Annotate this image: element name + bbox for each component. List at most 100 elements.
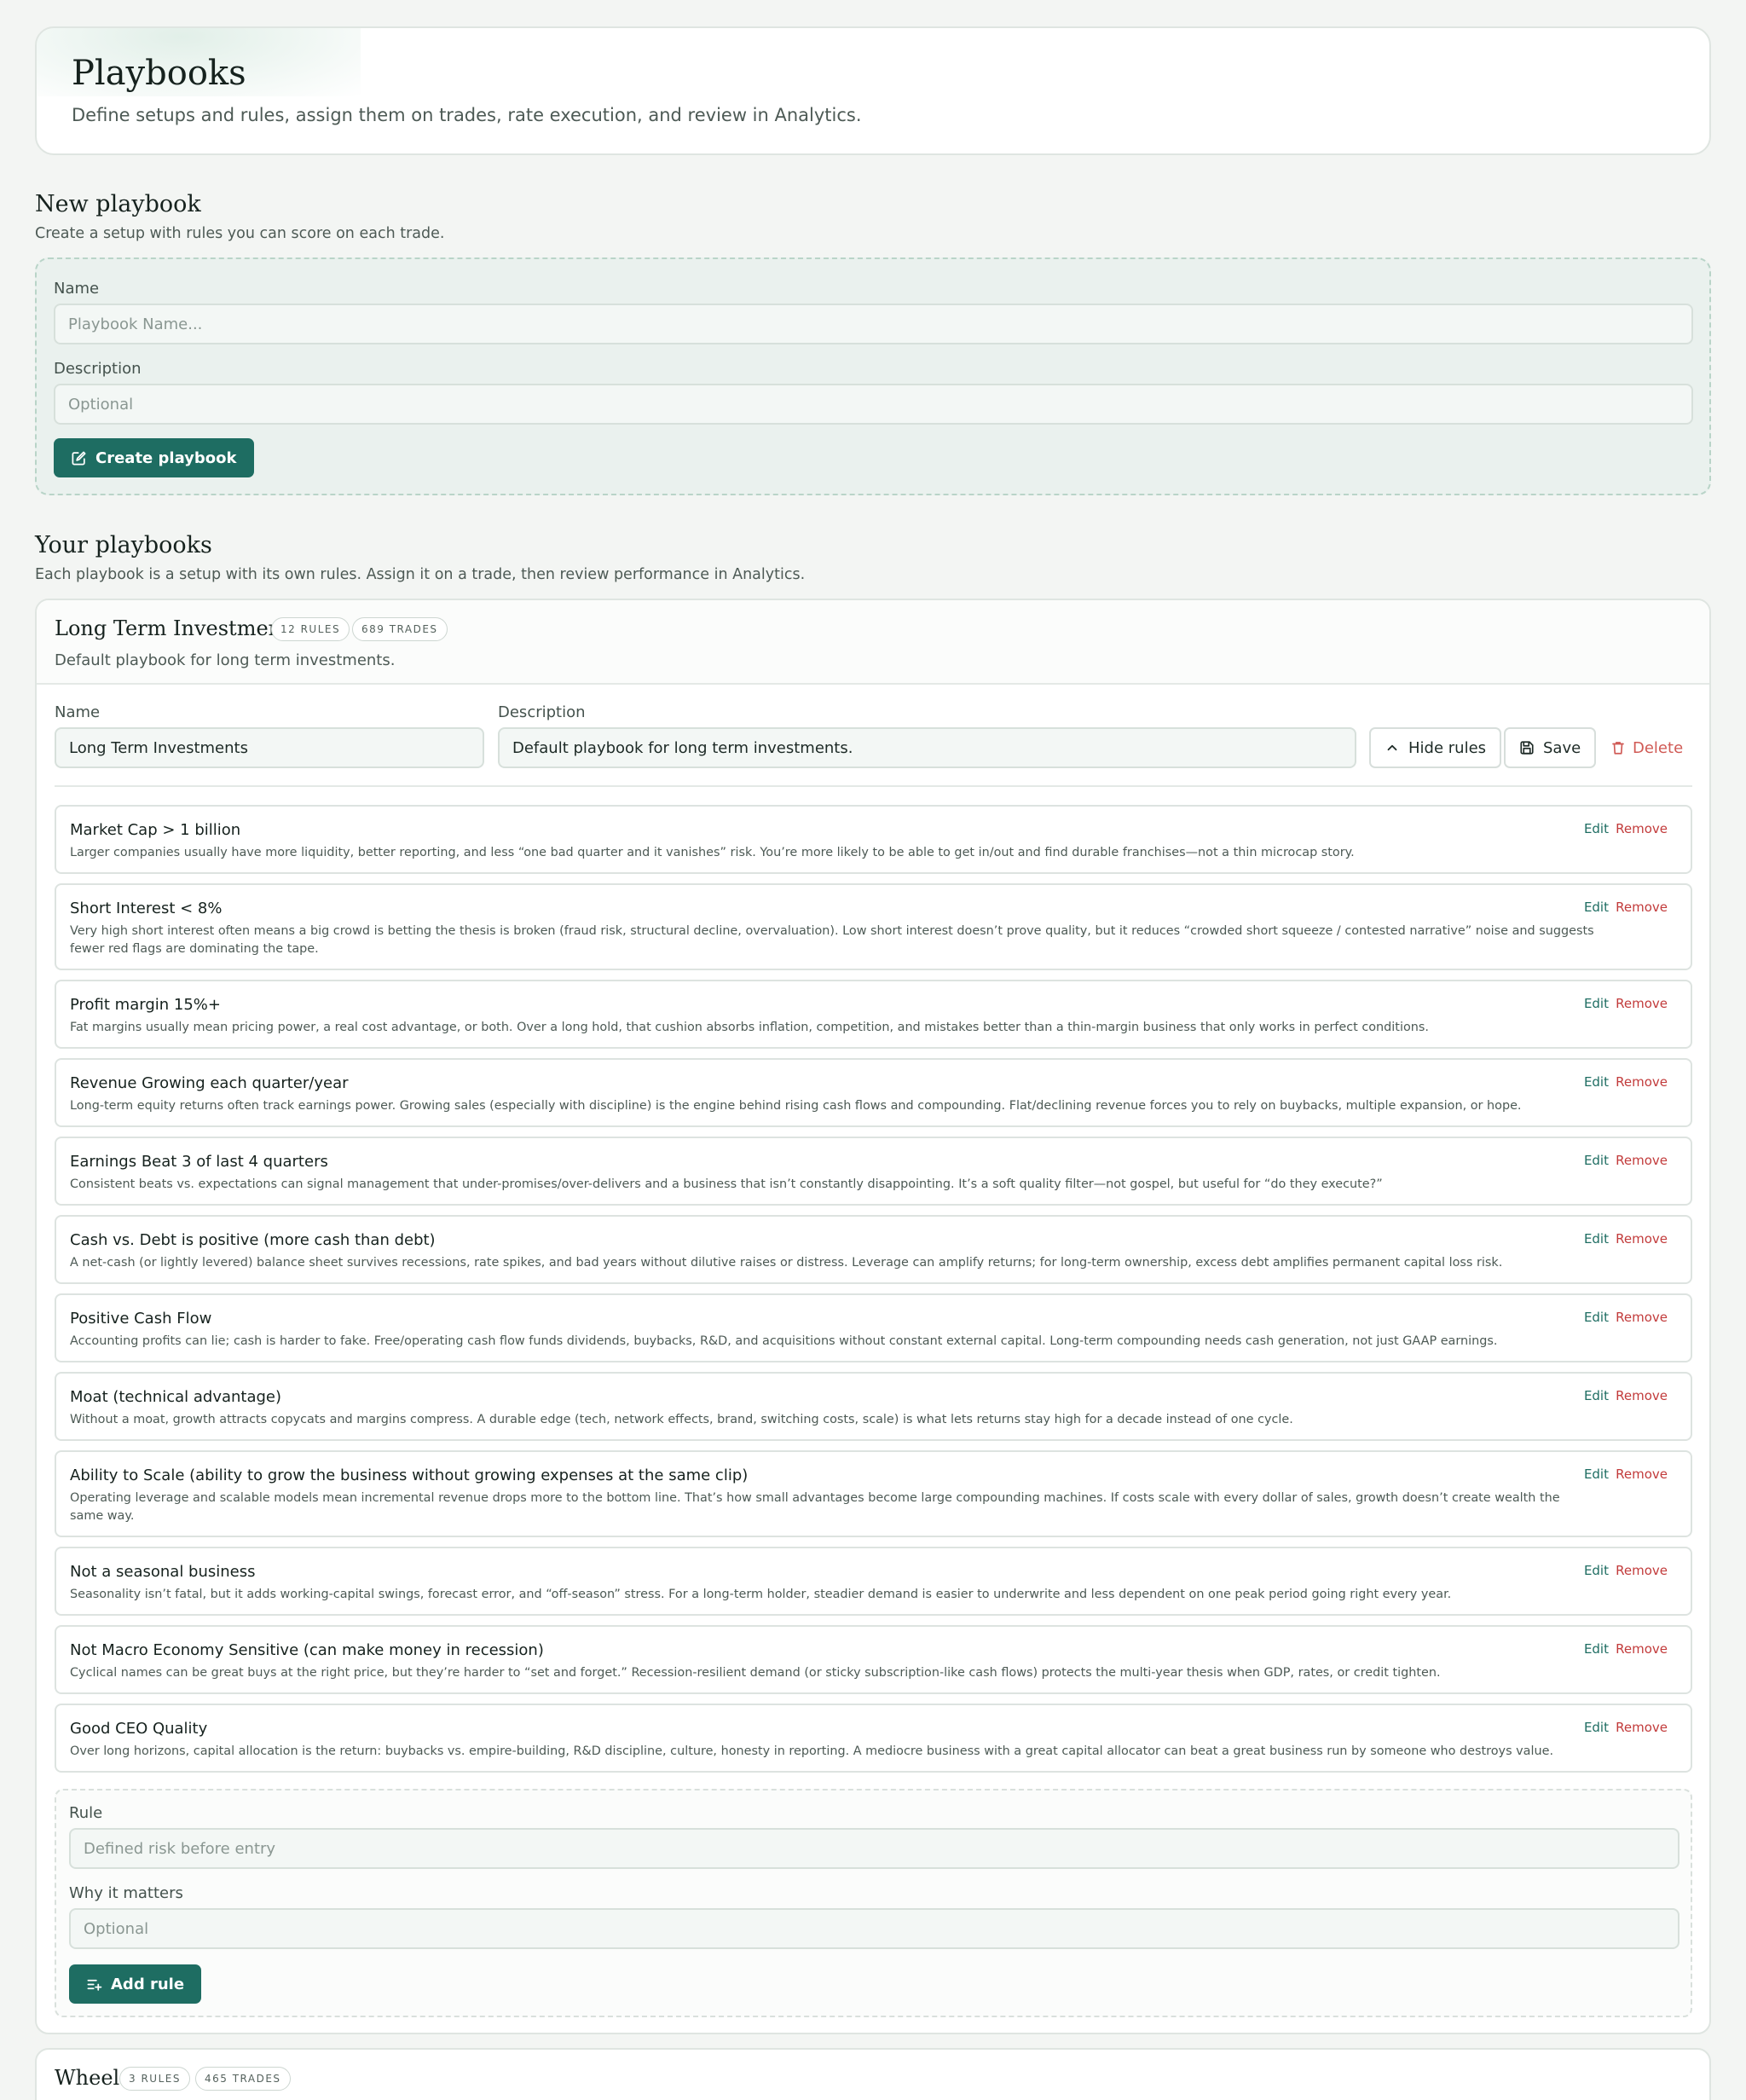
new-playbook-form: Name Playbook Name... Description Option… [35,257,1711,495]
edit-name-label: Name [55,703,101,721]
new-playbook-title: New playbook [35,191,201,217]
rule-title: Market Cap > 1 billion [70,821,241,839]
rule-item: Not Macro Economy Sensitive (can make mo… [55,1625,1692,1694]
rule-remove-button[interactable]: Remove [1616,1388,1668,1403]
rule-edit-button[interactable]: Edit [1584,900,1609,915]
save-icon [1520,741,1534,755]
rule-title: Profit margin 15%+ [70,996,221,1014]
save-label: Save [1543,738,1581,757]
rules-count-badge: 12 RULES [271,617,350,641]
rule-edit-button[interactable]: Edit [1584,1641,1609,1657]
rule-description: Over long horizons, capital allocation i… [70,1744,1554,1758]
rule-item: Profit margin 15%+ Fat margins usually m… [55,980,1692,1049]
your-playbooks-subtitle: Each playbook is a setup with its own ru… [35,566,806,583]
rule-remove-button[interactable]: Remove [1616,1720,1668,1735]
rule-edit-button[interactable]: Edit [1584,1231,1609,1247]
trash-icon [1612,742,1624,755]
page-title: Playbooks [72,54,246,93]
rule-remove-button[interactable]: Remove [1616,1231,1668,1247]
playbook-card: Long Term Investments 12 RULES 689 TRADE… [35,599,1711,2034]
rule-remove-button[interactable]: Remove [1616,1467,1668,1482]
why-label: Why it matters [69,1884,183,1902]
rule-title: Positive Cash Flow [70,1310,212,1328]
rule-remove-button[interactable]: Remove [1616,996,1668,1011]
why-input[interactable]: Optional [69,1908,1680,1949]
rule-edit-button[interactable]: Edit [1584,1720,1609,1735]
save-button[interactable]: Save [1504,727,1597,768]
rule-item: Market Cap > 1 billion Larger companies … [55,805,1692,874]
divider [55,785,1692,787]
rule-description: Without a moat, growth attracts copycats… [70,1413,1293,1426]
your-playbooks-title: Your playbooks [35,532,212,558]
rule-title: Cash vs. Debt is positive (more cash tha… [70,1231,436,1249]
rule-item: Good CEO Quality Over long horizons, cap… [55,1704,1692,1773]
rule-title: Earnings Beat 3 of last 4 quarters [70,1153,328,1171]
delete-label: Delete [1633,738,1684,757]
playbook-description-input[interactable]: Optional [54,384,1693,425]
rule-item: Not a seasonal business Seasonality isn’… [55,1547,1692,1616]
rule-edit-button[interactable]: Edit [1584,1388,1609,1403]
rule-description: Cyclical names can be great buys at the … [70,1666,1441,1680]
playbook-card-header: Long Term Investments 12 RULES 689 TRADE… [37,600,1709,685]
page-header: Playbooks Define setups and rules, assig… [35,26,1711,155]
rule-edit-button[interactable]: Edit [1584,1467,1609,1482]
edit-description-input[interactable]: Default playbook for long term investmen… [498,727,1356,768]
rule-description: A net-cash (or lightly levered) balance … [70,1256,1503,1270]
rule-description: Seasonality isn’t fatal, but it adds wor… [70,1588,1452,1601]
rule-title: Short Interest < 8% [70,900,223,917]
rule-edit-button[interactable]: Edit [1584,1310,1609,1325]
create-playbook-button[interactable]: Create playbook [54,438,254,477]
description-label: Description [54,360,142,378]
rule-title: Not Macro Economy Sensitive (can make mo… [70,1641,544,1659]
add-rule-form: Rule Defined risk before entry Why it ma… [55,1789,1692,2017]
rule-edit-button[interactable]: Edit [1584,996,1609,1011]
rule-remove-button[interactable]: Remove [1616,1074,1668,1090]
rule-item: Earnings Beat 3 of last 4 quarters Consi… [55,1137,1692,1206]
rule-description: Consistent beats vs. expectations can si… [70,1177,1383,1191]
rule-item: Positive Cash Flow Accounting profits ca… [55,1293,1692,1362]
playbook-title: Long Term Investments [55,616,301,640]
hide-rules-button[interactable]: Hide rules [1369,727,1502,768]
rule-edit-button[interactable]: Edit [1584,821,1609,836]
rule-input[interactable]: Defined risk before entry [69,1828,1680,1869]
page-subtitle: Define setups and rules, assign them on … [72,105,862,125]
rule-description: Operating leverage and scalable models m… [70,1491,1560,1523]
list-add-icon [87,1979,102,1991]
delete-button[interactable]: Delete [1610,727,1683,768]
rule-remove-button[interactable]: Remove [1616,1153,1668,1168]
rule-edit-button[interactable]: Edit [1584,1074,1609,1090]
rule-title: Moat (technical advantage) [70,1388,282,1406]
playbook-card-wheel: Wheel 3 RULES 465 TRADES [35,2048,1711,2100]
new-playbook-subtitle: Create a setup with rules you can score … [35,225,445,242]
rule-remove-button[interactable]: Remove [1616,1563,1668,1578]
rule-remove-button[interactable]: Remove [1616,900,1668,915]
edit-square-icon [72,451,86,465]
playbooks-page: Playbooks Define setups and rules, assig… [0,0,1746,2100]
edit-name-input[interactable]: Long Term Investments [55,727,484,768]
trades-count-badge: 465 TRADES [195,2067,291,2091]
rule-edit-button[interactable]: Edit [1584,1153,1609,1168]
rule-remove-button[interactable]: Remove [1616,821,1668,836]
rule-description: Long-term equity returns often track ear… [70,1099,1522,1113]
rule-label: Rule [69,1804,103,1822]
hide-rules-label: Hide rules [1408,738,1487,757]
rule-item: Ability to Scale (ability to grow the bu… [55,1450,1692,1537]
rules-count-badge: 3 RULES [119,2067,190,2091]
playbook-title: Wheel [55,2066,120,2090]
rule-remove-button[interactable]: Remove [1616,1641,1668,1657]
playbook-name-input[interactable]: Playbook Name... [54,304,1693,344]
rule-item: Revenue Growing each quarter/year Long-t… [55,1058,1692,1127]
playbook-description: Default playbook for long term investmen… [55,651,396,669]
rule-item: Short Interest < 8% Very high short inte… [55,883,1692,970]
name-label: Name [54,280,100,298]
rule-description: Larger companies usually have more liqui… [70,846,1355,859]
add-rule-button[interactable]: Add rule [69,1964,202,2004]
rule-title: Revenue Growing each quarter/year [70,1074,349,1092]
edit-description-label: Description [498,703,586,721]
rule-edit-button[interactable]: Edit [1584,1563,1609,1578]
rule-description: Very high short interest often means a b… [70,924,1594,956]
chevron-up-icon [1387,744,1397,751]
rule-title: Not a seasonal business [70,1563,256,1581]
rule-remove-button[interactable]: Remove [1616,1310,1668,1325]
rule-title: Ability to Scale (ability to grow the bu… [70,1467,749,1484]
